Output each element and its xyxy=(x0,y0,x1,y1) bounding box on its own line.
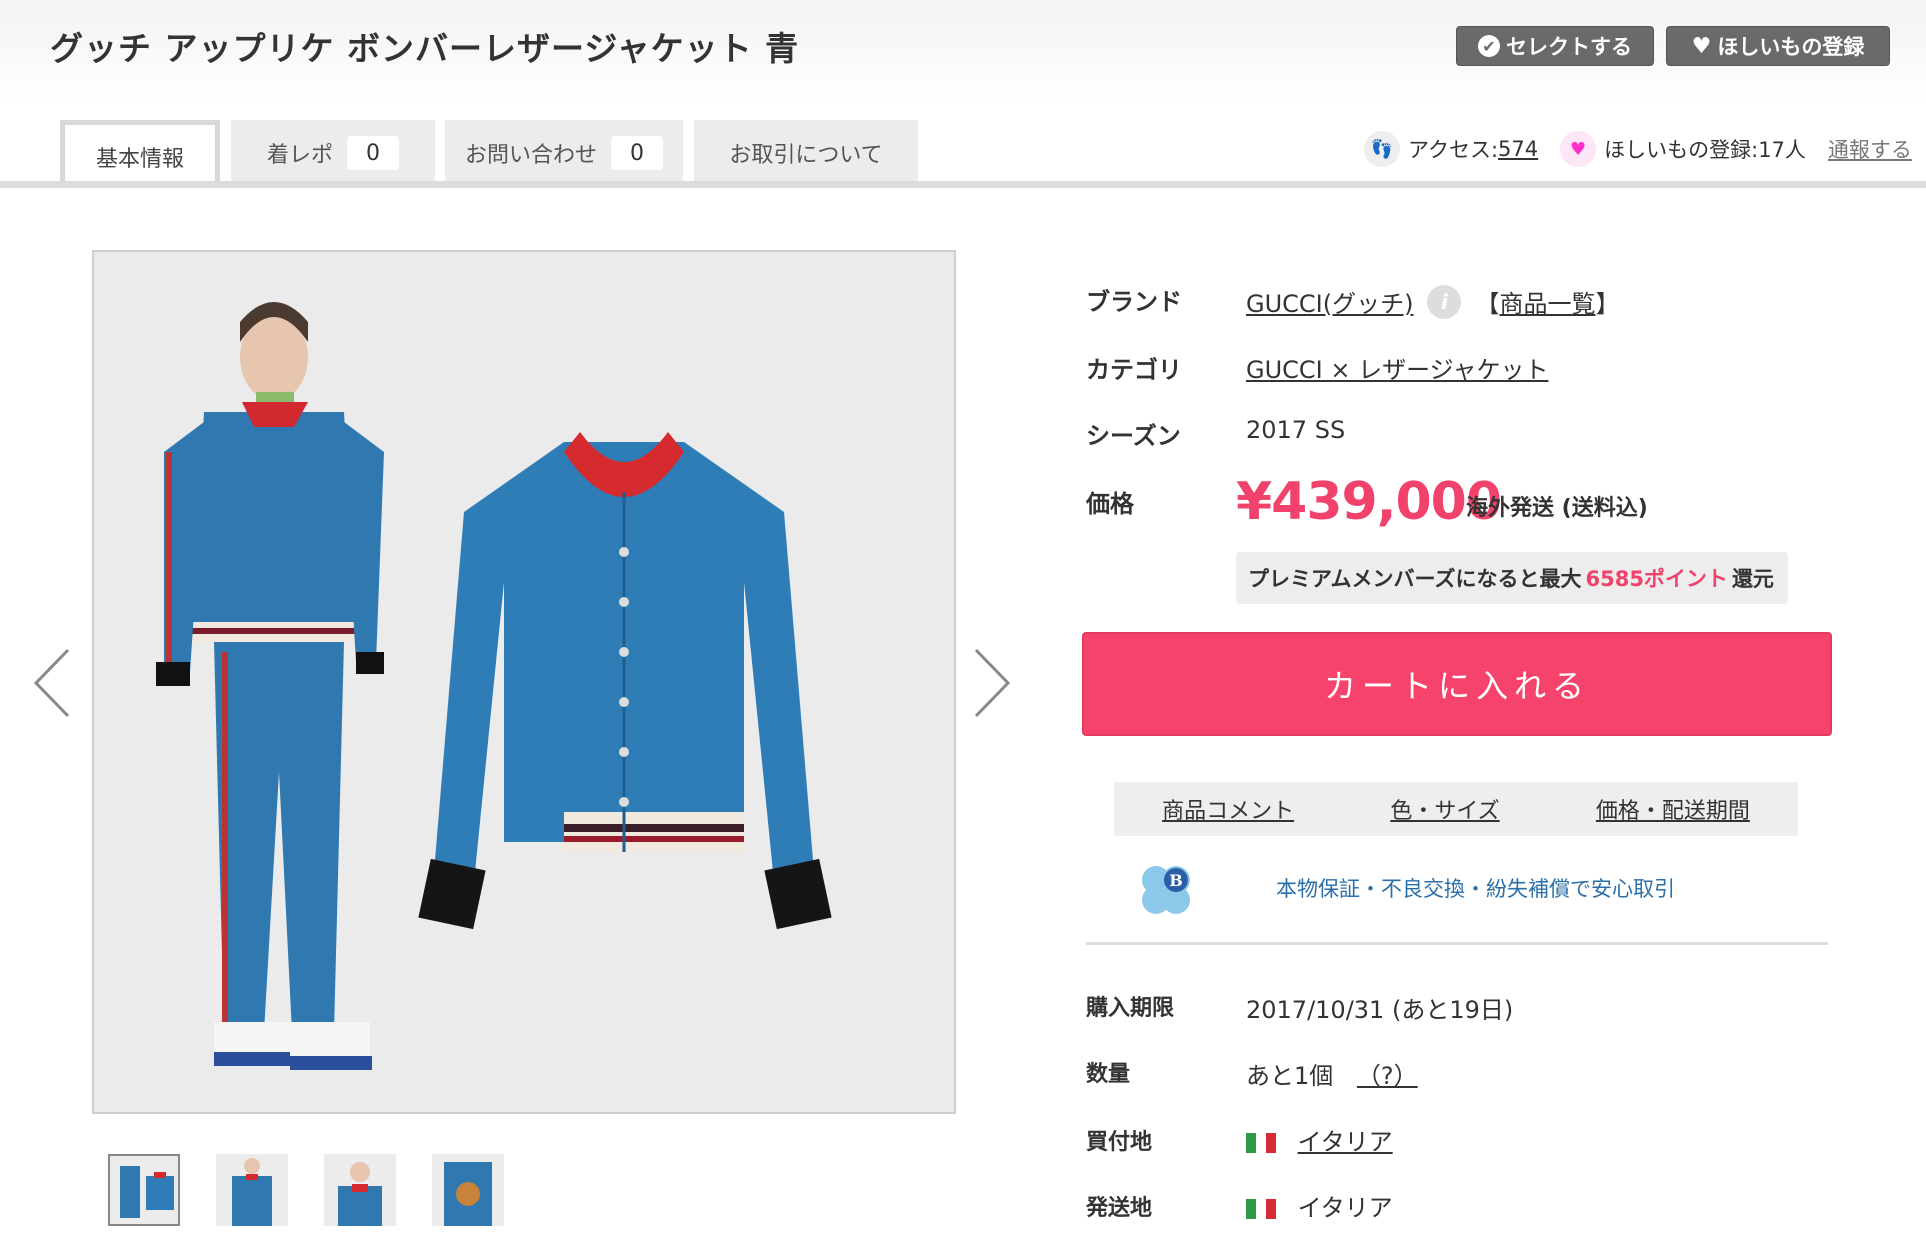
italy-flag-icon xyxy=(1246,1133,1276,1153)
footprints-icon: 👣 xyxy=(1364,131,1400,167)
buy-location-label: 買付地 xyxy=(1086,1130,1153,1155)
prev-arrow-icon[interactable] xyxy=(32,648,72,718)
brand-link[interactable]: GUCCI(グッチ) xyxy=(1246,284,1413,319)
brand-label: ブランド xyxy=(1086,288,1182,316)
thumbnail[interactable] xyxy=(324,1154,396,1226)
select-button[interactable]: ✔ セレクトする xyxy=(1456,26,1654,66)
next-arrow-icon[interactable] xyxy=(972,648,1012,718)
buy-location-row: イタリア xyxy=(1246,1122,1393,1157)
tab-wear-report[interactable]: 着レポ 0 xyxy=(231,120,435,186)
heart-icon: ♥ xyxy=(1691,33,1712,59)
thumbnail[interactable] xyxy=(216,1154,288,1226)
premium-prefix: プレミアムメンバーズになると最大 xyxy=(1248,567,1582,591)
tab-label: 基本情報 xyxy=(95,146,184,172)
deadline-label: 購入期限 xyxy=(1086,996,1175,1021)
thumbnail-image xyxy=(216,1154,288,1226)
season-label: シーズン xyxy=(1086,422,1181,450)
wishlist-button-label: ほしいもの登録 xyxy=(1717,35,1865,59)
price-value: ¥439,000 xyxy=(1236,472,1502,532)
subtab-comment[interactable]: 商品コメント xyxy=(1162,793,1294,825)
guarantee-text[interactable]: 本物保証・不良交換・紛失補償で安心取引 xyxy=(1276,873,1675,903)
ship-from-value: イタリア xyxy=(1297,1194,1393,1222)
shipping-note: 海外発送 (送料込) xyxy=(1466,496,1648,521)
ship-from-label: 発送地 xyxy=(1086,1196,1153,1221)
clover-badge-icon: B xyxy=(1142,866,1190,914)
wish-count: ほしいもの登録:17人 xyxy=(1604,138,1806,162)
svg-text:B: B xyxy=(1169,871,1183,890)
section-divider xyxy=(1086,942,1828,945)
deadline-value: 2017/10/31 (あと19日) xyxy=(1246,996,1514,1024)
subtab-color-size[interactable]: 色・サイズ xyxy=(1390,793,1499,825)
tab-label: お問い合わせ xyxy=(464,143,597,168)
info-icon[interactable]: i xyxy=(1427,284,1462,319)
ship-from-row: イタリア xyxy=(1246,1188,1393,1223)
thumbnail-image xyxy=(324,1154,396,1226)
premium-suffix: 還元 xyxy=(1731,567,1774,591)
tab-count: 0 xyxy=(347,136,399,170)
subtab-price-delivery[interactable]: 価格・配送期間 xyxy=(1596,793,1750,825)
access-count[interactable]: 574 xyxy=(1498,137,1538,161)
tab-transaction[interactable]: お取引について xyxy=(694,120,918,186)
brand-row: GUCCI(グッチ) i 【商品一覧】 xyxy=(1246,284,1619,319)
check-icon: ✔ xyxy=(1478,35,1500,57)
brand-list-label: 商品一覧 xyxy=(1499,290,1596,318)
category-link[interactable]: GUCCI × レザージャケット xyxy=(1246,350,1548,385)
tab-label: お取引について xyxy=(729,143,883,168)
select-button-label: セレクトする xyxy=(1506,35,1632,59)
stats-bar: 👣 アクセス: 574 ♥ ほしいもの登録:17人 通報する xyxy=(1364,131,1912,167)
tab-inquiry[interactable]: お問い合わせ 0 xyxy=(445,120,683,186)
thumbnail-image xyxy=(110,1156,178,1224)
tab-label: 着レポ xyxy=(266,143,333,168)
premium-points: 6585ポイント xyxy=(1585,567,1728,591)
wishlist-button[interactable]: ♥ ほしいもの登録 xyxy=(1666,26,1890,66)
access-label: アクセス: xyxy=(1408,138,1499,162)
thumbnail-image xyxy=(432,1154,504,1226)
premium-notice: プレミアムメンバーズになると最大 6585ポイント 還元 xyxy=(1236,552,1788,604)
category-label: カテゴリ xyxy=(1086,356,1182,384)
detail-subtabs: 商品コメント 色・サイズ 価格・配送期間 xyxy=(1114,782,1798,836)
quantity-label: 数量 xyxy=(1086,1062,1131,1087)
quantity-value: あと1個 xyxy=(1246,1062,1334,1090)
tabs-underline xyxy=(0,181,1926,188)
thumbnail[interactable] xyxy=(432,1154,504,1226)
quantity-help-link[interactable]: （?） xyxy=(1357,1062,1418,1090)
price-label: 価格 xyxy=(1086,490,1134,518)
heart-icon: ♥ xyxy=(1560,131,1597,167)
report-link[interactable]: 通報する xyxy=(1828,134,1912,164)
buy-location-link[interactable]: イタリア xyxy=(1298,1128,1393,1156)
add-to-cart-button[interactable]: カートに入れる xyxy=(1082,632,1832,736)
tab-count: 0 xyxy=(611,136,663,170)
tab-basic-info[interactable]: 基本情報 xyxy=(60,120,220,188)
product-main-image[interactable] xyxy=(92,250,956,1114)
page-title: グッチ アップリケ ボンバーレザージャケット 青 xyxy=(50,29,800,68)
page-header: グッチ アップリケ ボンバーレザージャケット 青 ✔ セレクトする ♥ ほしいも… xyxy=(0,0,1926,104)
quantity-row: あと1個 （?） xyxy=(1246,1056,1418,1091)
italy-flag-icon xyxy=(1246,1199,1276,1219)
thumbnail[interactable] xyxy=(108,1154,180,1226)
jacket-illustration xyxy=(94,252,954,1112)
brand-list-link[interactable]: 【商品一覧】 xyxy=(1475,284,1619,319)
season-value: 2017 SS xyxy=(1246,416,1346,444)
